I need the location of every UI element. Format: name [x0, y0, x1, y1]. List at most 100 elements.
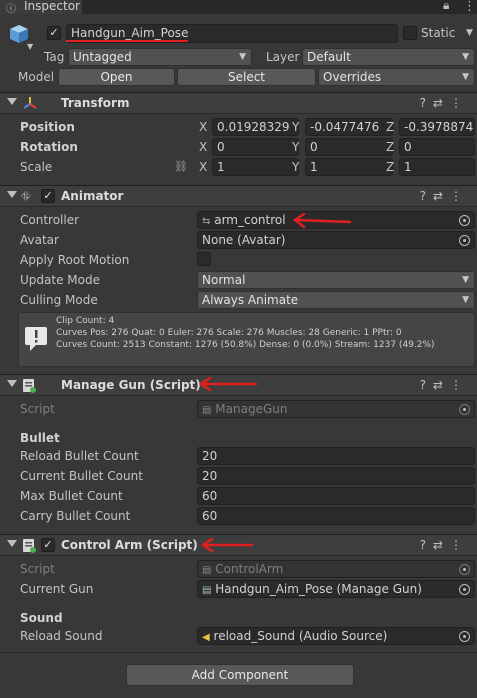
inspector-tab[interactable]: ⓘ Inspector [0, 0, 82, 15]
static-checkbox[interactable] [403, 26, 417, 40]
avatar-field[interactable]: None (Avatar) [197, 231, 475, 249]
reload-bullet-count-field[interactable]: 20 [197, 447, 475, 465]
control-arm-title: Control Arm (Script) [61, 538, 198, 552]
add-component-button[interactable]: Add Component [126, 664, 354, 686]
reload-sound-label: Reload Sound [20, 629, 103, 643]
tag-dropdown[interactable]: Untagged ▼ [68, 48, 252, 66]
animator-icon: ⛗ [21, 189, 31, 203]
object-picker-icon[interactable] [459, 215, 470, 226]
info-curves-pos: Curves Pos: 276 Quat: 0 Euler: 276 Scale… [56, 328, 402, 338]
chevron-down-icon: ▼ [462, 275, 469, 285]
animator-header[interactable]: ⛗ ✓ Animator ?⇄⋮ [0, 185, 477, 207]
chevron-down-icon: ▼ [462, 72, 469, 82]
position-y-field[interactable]: -0.0477476 [305, 118, 393, 136]
model-label: Model [18, 70, 55, 84]
reload-sound-field[interactable]: ◀ reload_Sound (Audio Source) [197, 627, 475, 645]
static-label: Static [421, 26, 456, 40]
position-z-value: -0.3978874 [404, 120, 474, 134]
scale-y-field[interactable]: 1 [305, 158, 393, 176]
position-z-label[interactable]: Z [386, 120, 394, 134]
reload-bullet-count-value: 20 [202, 449, 218, 463]
annotation-arrow-manage-gun [198, 376, 258, 392]
component-header-icons[interactable]: ?⇄⋮ [420, 96, 469, 110]
position-z-field[interactable]: -0.3978874 [399, 118, 475, 136]
script-file-icon: ▤ [202, 565, 212, 576]
foldout-arrow-icon[interactable] [7, 98, 17, 105]
layer-dropdown[interactable]: Default ▼ [302, 48, 475, 66]
position-x-field[interactable]: 0.01928329 [212, 118, 299, 136]
overrides-dropdown[interactable]: Overrides ▼ [318, 68, 475, 86]
rotation-y-label[interactable]: Y [292, 140, 299, 154]
active-checkbox[interactable]: ✓ [47, 26, 61, 40]
foldout-arrow-icon[interactable] [7, 191, 17, 198]
object-picker-icon [459, 404, 470, 415]
rotation-label: Rotation [20, 140, 78, 154]
carry-bullet-count-field[interactable]: 60 [197, 507, 475, 525]
info-bubble-icon [24, 325, 48, 353]
manage-gun-script-field: ▤ ManageGun [197, 400, 475, 418]
update-mode-dropdown[interactable]: Normal ▼ [197, 271, 475, 289]
layer-label: Layer [266, 50, 300, 64]
rotation-x-label[interactable]: X [199, 140, 207, 154]
max-bullet-count-value: 60 [202, 489, 218, 503]
kebab-icon[interactable]: ⋮ [463, 0, 476, 14]
scale-z-field[interactable]: 1 [399, 158, 475, 176]
position-x-label[interactable]: X [199, 120, 207, 134]
control-arm-enabled-checkbox[interactable]: ✓ [41, 538, 55, 552]
current-bullet-count-field[interactable]: 20 [197, 467, 475, 485]
current-gun-value: Handgun_Aim_Pose (Manage Gun) [215, 582, 422, 596]
component-header-icons[interactable]: ?⇄⋮ [420, 538, 469, 552]
reload-sound-value: reload_Sound (Audio Source) [213, 629, 388, 643]
control-arm-script-label: Script [20, 562, 55, 576]
max-bullet-count-label: Max Bullet Count [20, 489, 123, 503]
rotation-z-label[interactable]: Z [386, 140, 394, 154]
foldout-arrow-icon[interactable] [7, 540, 17, 547]
info-curves-count: Curves Count: 2513 Constant: 1276 (50.8%… [56, 340, 435, 350]
scale-x-field[interactable]: 1 [212, 158, 299, 176]
select-button[interactable]: Select [177, 68, 316, 86]
script-icon [22, 538, 36, 553]
static-dropdown-icon[interactable]: ▼ [466, 28, 473, 38]
transform-icon [22, 95, 38, 111]
object-picker-icon[interactable] [459, 631, 470, 642]
scale-label: Scale [20, 160, 53, 174]
constrain-proportions-icon[interactable]: ⛓ [174, 160, 188, 173]
scale-z-label[interactable]: Z [386, 160, 394, 174]
scale-y-label[interactable]: Y [292, 160, 299, 174]
position-y-value: -0.0477476 [310, 120, 380, 134]
component-header-icons[interactable]: ?⇄⋮ [420, 189, 469, 203]
animator-enabled-checkbox[interactable]: ✓ [41, 189, 55, 203]
rotation-x-field[interactable]: 0 [212, 138, 299, 156]
object-picker-icon[interactable] [459, 584, 470, 595]
max-bullet-count-field[interactable]: 60 [197, 487, 475, 505]
prefab-dropdown-arrow-icon[interactable]: ▼ [27, 42, 33, 51]
apply-root-motion-checkbox[interactable] [197, 252, 211, 266]
scale-x-label[interactable]: X [199, 160, 207, 174]
open-button[interactable]: Open [58, 68, 175, 86]
current-gun-field[interactable]: ▤ Handgun_Aim_Pose (Manage Gun) [197, 580, 475, 598]
transform-header[interactable]: Transform ?⇄⋮ [0, 92, 477, 114]
object-picker-icon[interactable] [459, 235, 470, 246]
divider [0, 652, 477, 653]
foldout-arrow-icon[interactable] [7, 380, 17, 387]
scale-x-value: 1 [217, 160, 225, 174]
current-bullet-count-value: 20 [202, 469, 218, 483]
object-name-text: Handgun_Aim_Pose [71, 26, 189, 40]
component-header-icons[interactable]: ?⇄⋮ [420, 378, 469, 392]
annotation-underline-name [66, 40, 188, 42]
culling-mode-dropdown[interactable]: Always Animate ▼ [197, 291, 475, 309]
rotation-z-field[interactable]: 0 [399, 138, 475, 156]
rotation-x-value: 0 [217, 140, 225, 154]
rotation-y-field[interactable]: 0 [305, 138, 393, 156]
controller-label: Controller [20, 213, 80, 227]
scale-z-value: 1 [404, 160, 412, 174]
carry-bullet-count-label: Carry Bullet Count [20, 509, 131, 523]
script-icon [22, 378, 36, 393]
control-arm-script-value: ControlArm [215, 562, 284, 576]
position-y-label[interactable]: Y [292, 120, 299, 134]
lock-icon[interactable]: 🔒︎ [443, 0, 449, 13]
apply-root-motion-label: Apply Root Motion [20, 253, 130, 267]
culling-mode-value: Always Animate [202, 293, 299, 307]
script-file-icon: ▤ [202, 405, 212, 416]
info-icon: ⓘ [6, 4, 16, 15]
